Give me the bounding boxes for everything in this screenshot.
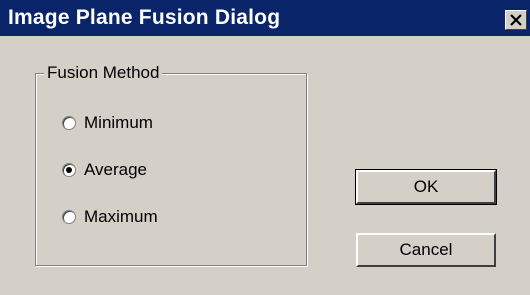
radio-maximum[interactable]: Maximum bbox=[62, 206, 158, 228]
fusion-method-label: Fusion Method bbox=[44, 62, 163, 84]
image-plane-fusion-dialog: Image Plane Fusion Dialog Fusion Method … bbox=[0, 0, 530, 295]
radio-average[interactable]: Average bbox=[62, 159, 147, 181]
radio-maximum-label: Maximum bbox=[84, 207, 158, 226]
radio-minimum[interactable]: Minimum bbox=[62, 112, 153, 134]
cancel-button[interactable]: Cancel bbox=[356, 233, 496, 267]
window-title: Image Plane Fusion Dialog bbox=[8, 6, 281, 29]
radio-button-icon[interactable] bbox=[62, 163, 76, 177]
radio-minimum-label: Minimum bbox=[84, 113, 153, 132]
close-button[interactable] bbox=[505, 10, 527, 30]
radio-average-label: Average bbox=[84, 160, 148, 179]
ok-button[interactable]: OK bbox=[355, 169, 497, 205]
radio-selected-dot bbox=[66, 167, 72, 173]
radio-button-icon[interactable] bbox=[62, 116, 76, 130]
title-bar[interactable]: Image Plane Fusion Dialog bbox=[0, 0, 530, 36]
radio-button-icon[interactable] bbox=[62, 210, 76, 224]
close-icon bbox=[510, 14, 522, 26]
